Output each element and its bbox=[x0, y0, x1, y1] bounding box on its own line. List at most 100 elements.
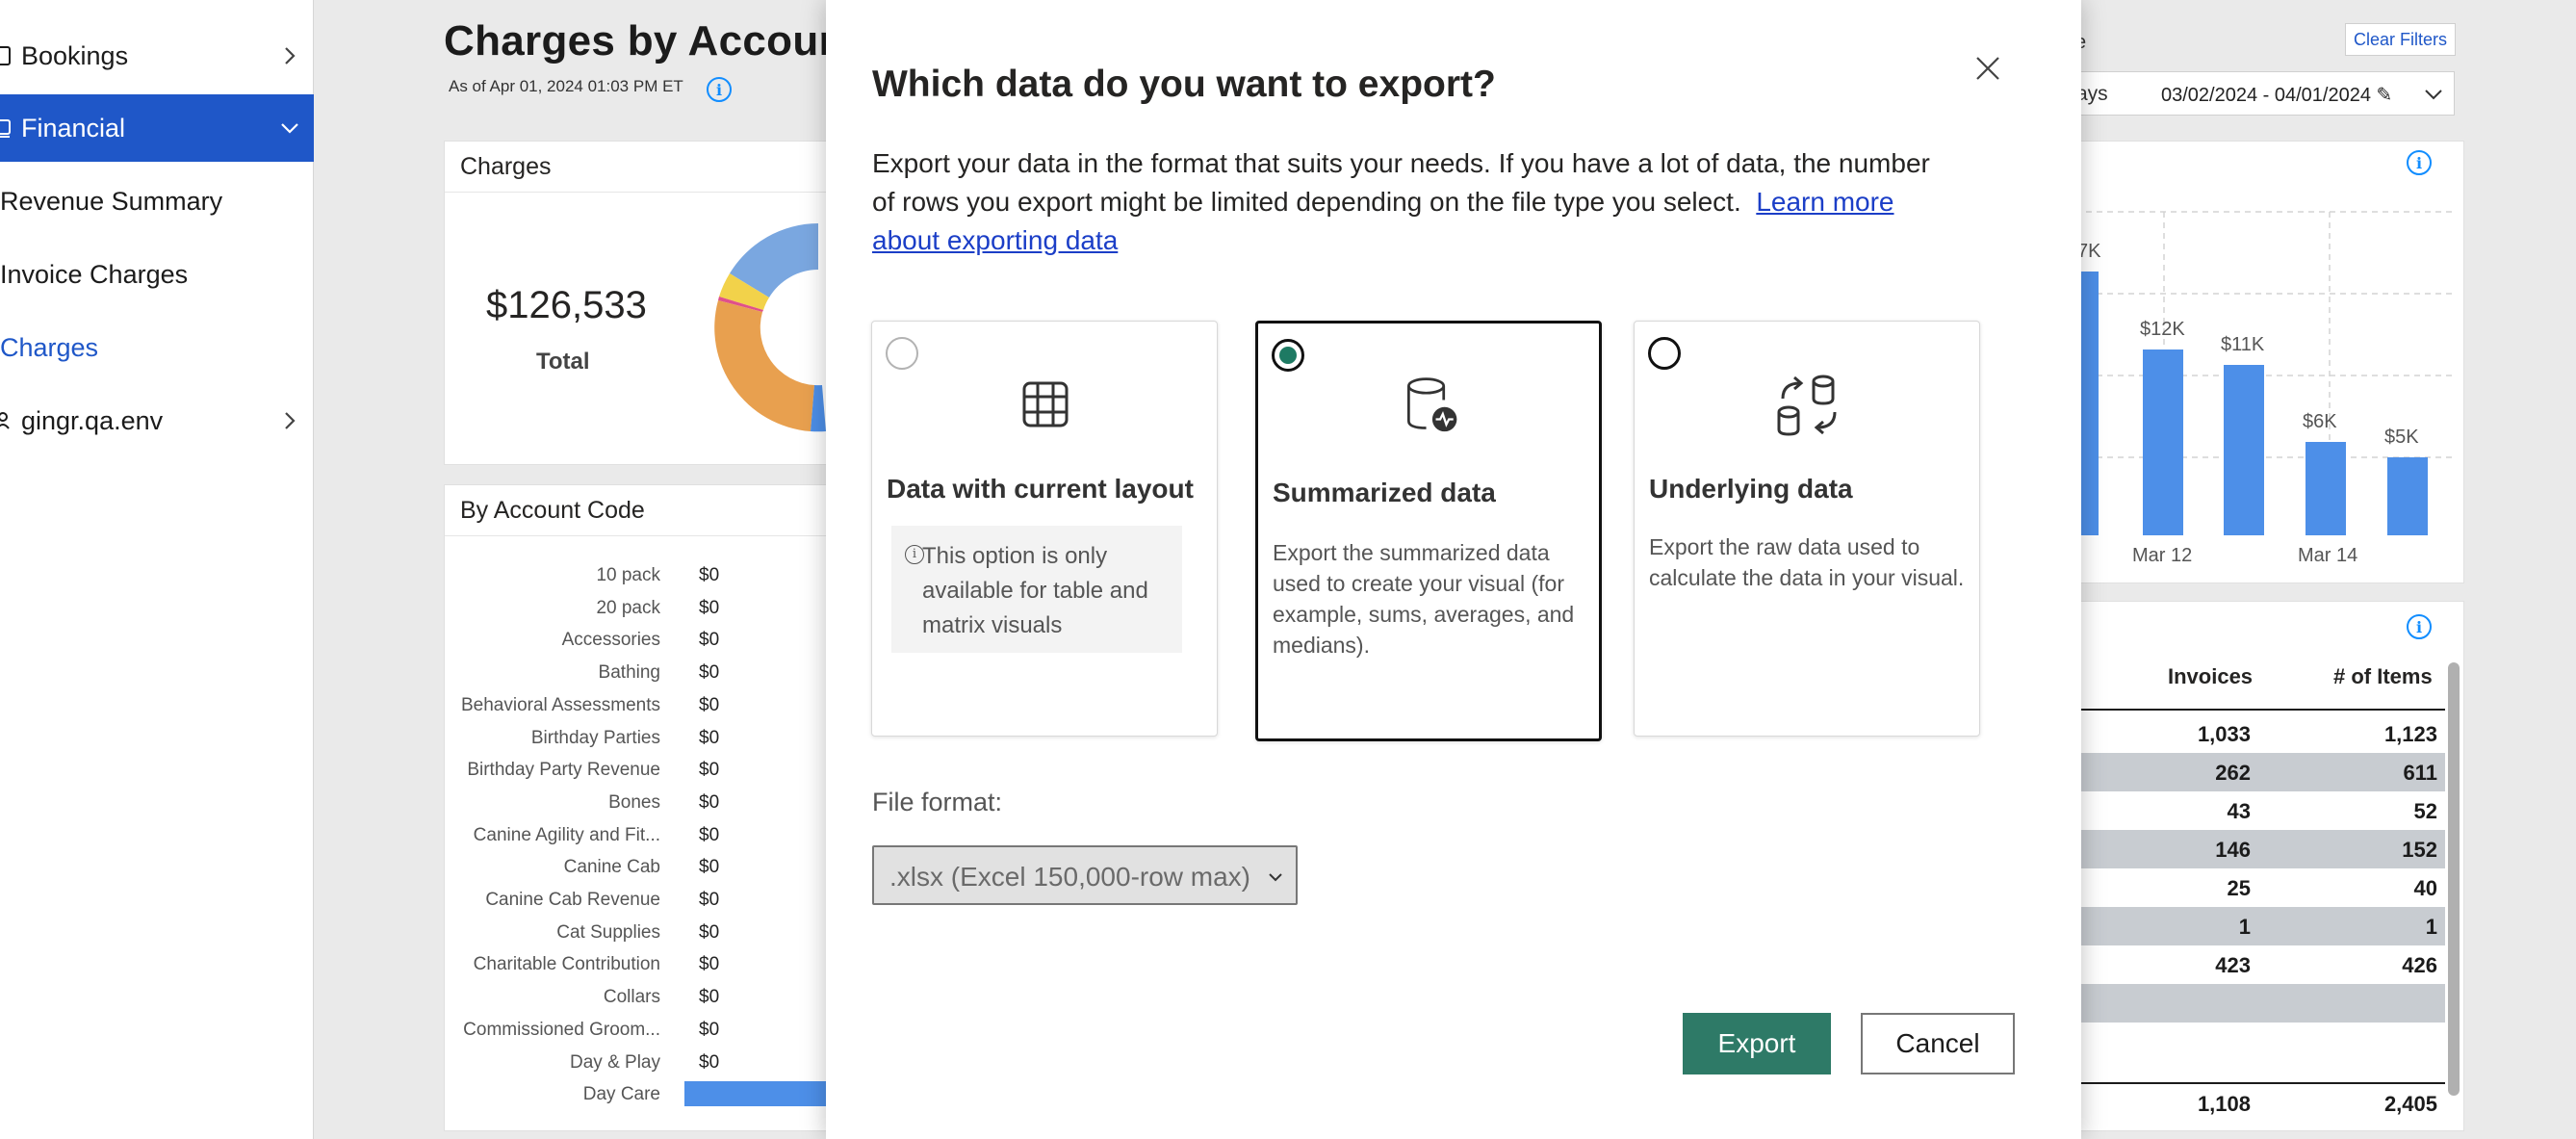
export-button[interactable]: Export bbox=[1683, 1013, 1831, 1074]
clear-filters-button[interactable]: Clear Filters bbox=[2345, 23, 2456, 56]
nav-item-workspace[interactable]: gingr.qa.env bbox=[0, 387, 314, 454]
nav-item-financial[interactable]: Financial bbox=[0, 94, 314, 162]
total-value: $126,533 bbox=[486, 284, 647, 326]
file-format-value: .xlsx (Excel 150,000-row max) bbox=[889, 862, 1251, 892]
table-row[interactable]: 262 611 bbox=[2079, 753, 2445, 791]
table-row[interactable]: 43 52 bbox=[2079, 791, 2445, 830]
chevron-down-icon bbox=[281, 123, 298, 134]
cancel-button[interactable]: Cancel bbox=[1861, 1013, 2015, 1074]
info-icon[interactable]: i bbox=[707, 77, 732, 102]
table-row[interactable]: 146 152 bbox=[2079, 830, 2445, 868]
account-code-name: Bathing bbox=[598, 662, 660, 684]
account-code-row[interactable]: Day & Play $0 bbox=[452, 1048, 828, 1077]
account-code-value: $0 bbox=[699, 987, 720, 1008]
radio-current-layout[interactable] bbox=[886, 337, 918, 370]
table-row[interactable] bbox=[2079, 1023, 2445, 1061]
option-description: Export the raw data used to calculate th… bbox=[1649, 534, 1965, 590]
option-note-text: This option is only available for table … bbox=[922, 543, 1148, 638]
card-divider bbox=[445, 192, 847, 193]
option-current-layout[interactable]: Data with current layout i This option i… bbox=[871, 321, 1218, 737]
chart-bar[interactable] bbox=[2306, 442, 2346, 535]
account-code-row[interactable]: Canine Cab $0 bbox=[452, 853, 828, 882]
day-care-bar[interactable] bbox=[684, 1081, 827, 1106]
nav-item-charges[interactable]: Charges bbox=[0, 314, 314, 381]
account-code-name: Collars bbox=[603, 987, 660, 1008]
account-code-row[interactable]: Collars $0 bbox=[452, 983, 828, 1012]
table-row[interactable]: 11 bbox=[2079, 907, 2445, 945]
account-code-name: Birthday Party Revenue bbox=[467, 760, 660, 781]
invoices-cell: 1,108 bbox=[2197, 1092, 2251, 1116]
account-code-name: Canine Agility and Fit... bbox=[473, 824, 660, 845]
nav-item-revenue-summary[interactable]: Revenue Summary bbox=[0, 168, 314, 235]
bar-data-label: $6K bbox=[2303, 411, 2337, 433]
card-divider bbox=[445, 535, 847, 536]
account-code-name: Accessories bbox=[561, 630, 660, 651]
account-code-name: Canine Cab bbox=[563, 857, 660, 878]
account-code-value: $0 bbox=[699, 630, 720, 651]
account-code-row[interactable]: 10 pack $0 bbox=[452, 561, 828, 590]
account-code-value: $0 bbox=[699, 890, 720, 910]
option-underlying-data[interactable]: Underlying data Export the raw data used… bbox=[1634, 321, 1980, 737]
info-icon[interactable]: i bbox=[2407, 150, 2432, 175]
date-range-filter[interactable]: ays 03/02/2024 - 04/01/2024 ✎ bbox=[2075, 71, 2455, 116]
chevron-down-icon bbox=[1269, 873, 1282, 882]
table-total-row[interactable]: 1,108 2,405 bbox=[2079, 1082, 2445, 1121]
option-title: Summarized data bbox=[1273, 478, 1496, 507]
account-code-row[interactable]: Behavioral Assessments $0 bbox=[452, 691, 828, 720]
account-code-row[interactable]: Canine Cab Revenue $0 bbox=[452, 886, 828, 915]
column-header-items[interactable]: # of Items bbox=[2333, 664, 2433, 689]
chevron-right-icon bbox=[285, 412, 296, 429]
table-row[interactable]: 25 40 bbox=[2079, 868, 2445, 907]
chart-bar[interactable] bbox=[2224, 364, 2264, 535]
invoices-cell: 1 bbox=[2238, 915, 2251, 939]
info-icon[interactable]: i bbox=[2407, 614, 2432, 639]
account-code-value: $0 bbox=[699, 662, 720, 684]
nav-item-bookings[interactable]: Bookings bbox=[0, 22, 314, 90]
account-code-value: $0 bbox=[699, 597, 720, 618]
account-code-row[interactable]: Bathing $0 bbox=[452, 659, 828, 687]
table-header-divider bbox=[2079, 709, 2445, 711]
database-activity-icon bbox=[1407, 377, 1457, 432]
page-title: Charges by Accoun bbox=[444, 17, 845, 65]
account-code-name: 10 pack bbox=[596, 565, 660, 585]
account-code-row[interactable]: Charitable Contribution $0 bbox=[452, 950, 828, 979]
chevron-down-icon bbox=[2425, 90, 2442, 100]
nav-item-label: gingr.qa.env bbox=[21, 405, 164, 435]
items-cell: 1 bbox=[2425, 915, 2437, 939]
account-code-value: $0 bbox=[699, 565, 720, 585]
chart-bar[interactable] bbox=[2143, 349, 2183, 535]
items-cell: 426 bbox=[2402, 953, 2437, 977]
charges-donut-chart[interactable] bbox=[710, 221, 826, 433]
chart-bar[interactable] bbox=[2387, 457, 2428, 535]
table-row[interactable]: 1,033 1,123 bbox=[2079, 714, 2445, 753]
account-code-row[interactable]: Birthday Parties $0 bbox=[452, 724, 828, 753]
close-icon[interactable] bbox=[1973, 54, 2002, 83]
account-code-row[interactable]: Canine Agility and Fit... $0 bbox=[452, 821, 828, 850]
nav-item-invoice-charges[interactable]: Invoice Charges bbox=[0, 241, 314, 308]
date-range-value: 03/02/2024 - 04/01/2024 ✎ bbox=[2161, 85, 2393, 106]
account-code-row[interactable]: Cat Supplies $0 bbox=[452, 919, 828, 947]
column-header-invoices[interactable]: Invoices bbox=[2168, 664, 2253, 689]
account-code-row[interactable]: Birthday Party Revenue $0 bbox=[452, 756, 828, 785]
account-code-name: Canine Cab Revenue bbox=[485, 890, 660, 910]
account-code-row[interactable]: Bones $0 bbox=[452, 789, 828, 817]
account-code-row[interactable]: Accessories $0 bbox=[452, 626, 828, 655]
bar-data-label: $5K bbox=[2384, 427, 2419, 449]
as-of-timestamp: As of Apr 01, 2024 01:03 PM ET bbox=[449, 77, 683, 95]
option-summarized-data[interactable]: Summarized data Export the summarized da… bbox=[1255, 321, 1602, 741]
account-code-row[interactable]: Commissioned Groom... $0 bbox=[452, 1016, 828, 1045]
invoices-cell: 423 bbox=[2215, 953, 2251, 977]
invoices-cell: 262 bbox=[2215, 761, 2251, 785]
account-code-value: $0 bbox=[699, 1051, 720, 1073]
table-row[interactable]: 423 426 bbox=[2079, 945, 2445, 984]
table-row[interactable] bbox=[2079, 984, 2445, 1023]
radio-summarized-data[interactable] bbox=[1272, 339, 1304, 372]
database-transfer-icon bbox=[1777, 375, 1837, 436]
account-code-row[interactable]: 20 pack $0 bbox=[452, 594, 828, 623]
file-format-select[interactable]: .xlsx (Excel 150,000-row max) bbox=[872, 845, 1298, 905]
radio-underlying-data[interactable] bbox=[1648, 337, 1681, 370]
option-title: Underlying data bbox=[1649, 474, 1853, 504]
table-scrollbar[interactable] bbox=[2448, 662, 2460, 1096]
account-code-value: $0 bbox=[699, 760, 720, 781]
bar-data-label: $12K bbox=[2140, 318, 2185, 340]
